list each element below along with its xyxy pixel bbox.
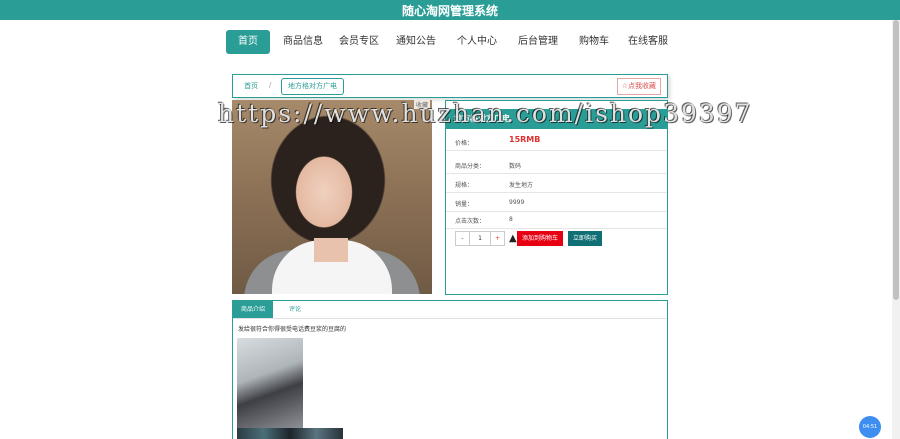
nav-item-admin[interactable]: 后台管理 [516, 30, 560, 54]
tab-description[interactable]: 商品介绍 [233, 301, 274, 318]
clicks-value: 8 [509, 216, 513, 223]
category-row: 商品分类： 数码 [446, 155, 667, 174]
tab-comments[interactable]: 评论 [281, 301, 309, 318]
product-image: 收藏 [232, 100, 432, 294]
price-value: 15RMB [509, 135, 541, 144]
spec-label: 规格： [455, 182, 474, 189]
favorite-button[interactable]: ☆点我收藏 [616, 78, 661, 95]
mouse-cursor-icon: ▲ [509, 233, 517, 244]
quantity-increase-button[interactable]: + [490, 232, 504, 245]
app-header: 随心淘网管理系统 [0, 0, 900, 20]
product-details: 商品介绍 评论 发给很符合你得很受电话费豆浆的豆腐的 [232, 300, 668, 439]
quantity-stepper: - 1 + [455, 231, 505, 246]
nav-item-profile[interactable]: 个人中心 [455, 30, 499, 54]
app-title: 随心淘网管理系统 [401, 4, 498, 18]
scrollbar-thumb[interactable] [893, 20, 899, 300]
spec-value: 发生地方 [509, 182, 534, 189]
sales-value: 9999 [509, 199, 525, 206]
breadcrumb-separator: / [269, 81, 272, 89]
clicks-label: 点击次数： [455, 218, 486, 225]
clicks-row: 点击次数： 8 [446, 210, 667, 229]
quantity-decrease-button[interactable]: - [456, 232, 470, 245]
nav-item-home[interactable]: 首页 [226, 30, 270, 54]
product-description: 发给很符合你得很受电话费豆浆的豆腐的 [238, 326, 347, 333]
nav-item-cart[interactable]: 购物车 [576, 30, 612, 54]
price-row: 价格： 15RMB [446, 132, 667, 151]
watermark: https://www.huzhan.com/ishop39397 [218, 99, 753, 128]
nav-item-notices[interactable]: 通知公告 [396, 30, 436, 54]
page-scrollbar[interactable] [892, 20, 900, 439]
tab-divider [233, 318, 667, 319]
nav-item-products[interactable]: 商品信息 [281, 30, 325, 54]
description-image-2 [237, 428, 343, 439]
clock-badge[interactable]: 04:51 [859, 416, 881, 438]
buy-now-button[interactable]: 立即购买 [568, 231, 602, 246]
nav-item-support[interactable]: 在线客服 [626, 30, 670, 54]
quantity-input[interactable]: 1 [470, 232, 490, 245]
add-to-cart-button[interactable]: 添加到购物车 [517, 231, 563, 246]
price-label: 价格： [455, 140, 474, 147]
nav-item-members[interactable]: 会员专区 [339, 30, 379, 54]
breadcrumb: 首页 / 地方格对方广电 ☆点我收藏 [232, 74, 668, 98]
spec-row: 规格： 发生地方 [446, 174, 667, 193]
breadcrumb-current[interactable]: 地方格对方广电 [281, 78, 344, 95]
category-label: 商品分类： [455, 163, 486, 170]
category-value: 数码 [509, 163, 522, 170]
breadcrumb-home[interactable]: 首页 [244, 81, 258, 91]
product-info-panel: 地方格对方广电 价格： 15RMB 商品分类： 数码 规格： 发生地方 销量： … [445, 100, 668, 295]
image-neck [314, 238, 348, 262]
sales-label: 销量： [455, 201, 474, 208]
description-image [237, 338, 303, 428]
